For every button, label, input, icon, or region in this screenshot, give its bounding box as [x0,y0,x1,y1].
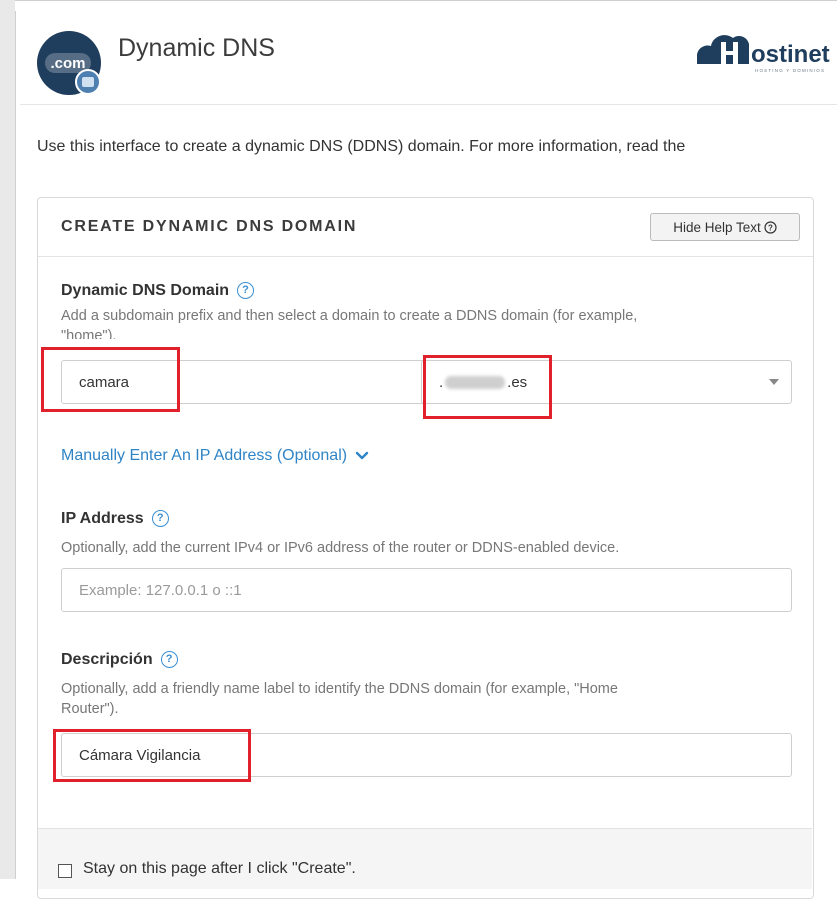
manual-ip-link-text: Manually Enter An IP Address (Optional) [61,447,348,464]
panel-header: CREATE DYNAMIC DNS DOMAIN Hide Help Text… [38,198,813,257]
ip-address-placeholder: Example: 127.0.0.1 o ::1 [79,581,242,599]
description-hint: Optionally, add a friendly name label to… [61,679,618,719]
ip-address-label-text: IP Address [61,510,144,527]
hint-line: Add a subdomain prefix and then select a… [61,308,638,324]
svg-text:ostinet: ostinet [751,41,830,68]
manual-ip-toggle-link[interactable]: Manually Enter An IP Address (Optional) [61,447,369,465]
dynamic-dns-domain-hint: Add a subdomain prefix and then select a… [61,306,637,339]
highlight-box-subdomain [41,347,180,412]
hostinet-logo: ostinet HOSTING Y DOMINIOS [697,35,830,73]
hint-line: Router"). [61,701,119,717]
ip-address-hint: Optionally, add the current IPv4 or IPv6… [61,540,620,556]
hide-help-text-button[interactable]: Hide Help Text ? [650,213,800,241]
dynamic-dns-domain-label: Dynamic DNS Domain? [61,282,255,300]
window-left-edge [0,0,16,879]
description-label-text: Descripción [61,651,153,668]
help-question-icon[interactable]: ? [160,651,178,669]
svg-text:.com: .com [50,55,85,72]
help-question-icon[interactable]: ? [237,282,255,300]
highlight-box-domain [423,355,552,419]
window-top-edge [15,0,837,11]
chevron-down-icon [355,451,368,459]
dropdown-caret-icon [769,379,779,385]
svg-text:HOSTING Y DOMINIOS: HOSTING Y DOMINIOS [755,68,825,73]
ip-address-input[interactable]: Example: 127.0.0.1 o ::1 [61,568,792,612]
svg-text:?: ? [768,223,773,232]
description-label: Descripción? [61,651,178,669]
dynamic-dns-app-icon: .com [37,31,101,95]
stay-on-page-checkbox[interactable] [58,864,72,878]
highlight-box-description [53,729,251,782]
panel-footer: Stay on this page after I click "Create"… [38,828,812,889]
hint-line: "home"). [61,328,117,339]
stay-on-page-label: Stay on this page after I click "Create"… [83,860,356,877]
page-title: Dynamic DNS [118,34,275,62]
intro-text: Use this interface to create a dynamic D… [37,138,686,155]
ip-address-label: IP Address? [61,510,169,528]
hint-line: Optionally, add a friendly name label to… [61,681,618,697]
dynamic-dns-domain-label-text: Dynamic DNS Domain [61,282,230,299]
hide-help-text-label: Hide Help Text [673,219,761,235]
panel-title: CREATE DYNAMIC DNS DOMAIN [61,218,358,235]
help-circle-icon: ? [764,220,777,234]
page-header: .com Dynamic DNS ostinet HOSTING Y DOMIN… [20,16,837,105]
help-question-icon[interactable]: ? [151,510,169,528]
